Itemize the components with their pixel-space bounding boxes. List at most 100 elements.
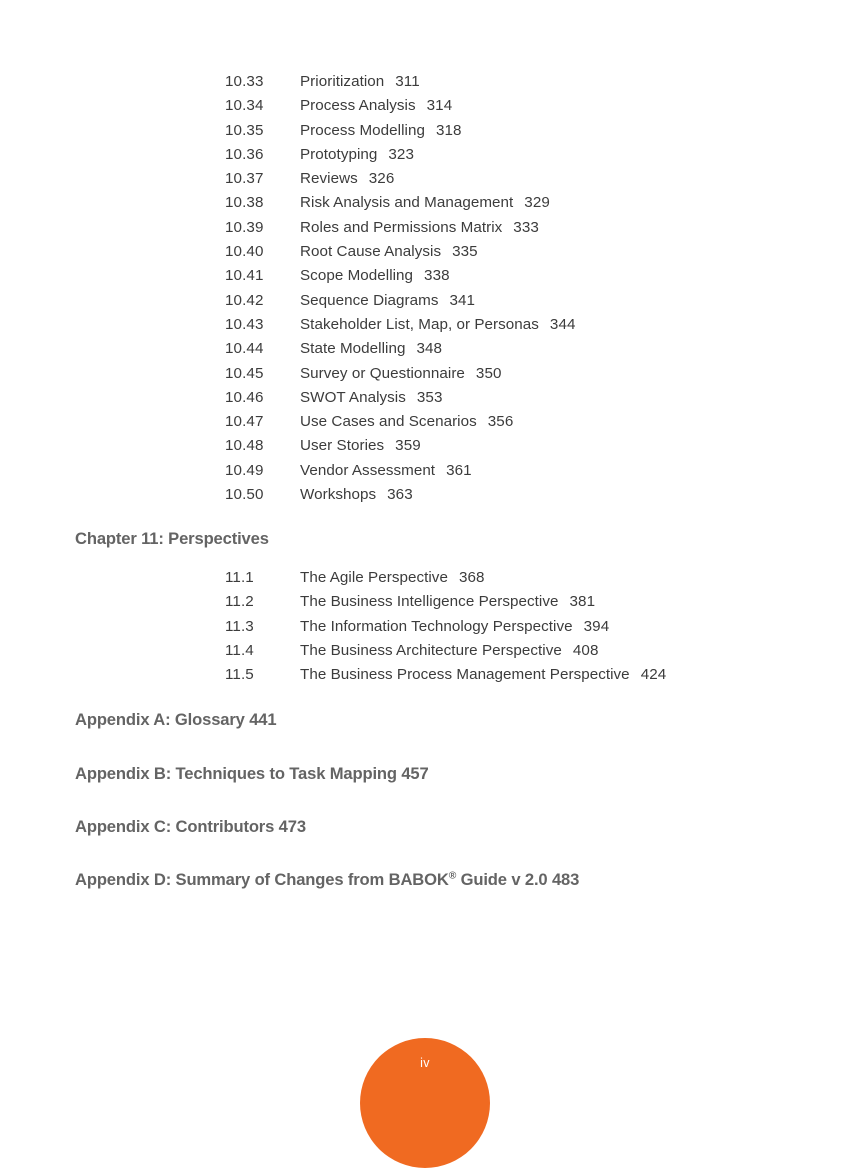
toc-entry-number: 10.39 [225, 218, 264, 236]
toc-entry-number: 10.49 [225, 461, 264, 479]
toc-entry-page-number: 341 [449, 291, 476, 309]
toc-section-techniques: 10.33 Prioritization 311 10.34 Process Analy… [0, 70, 850, 507]
toc-entry[interactable]: 11.3 The Information Technology Perspecti… [0, 615, 850, 639]
toc-entry[interactable]: 10.49 Vendor Assessment 361 [0, 459, 850, 483]
toc-entry[interactable]: 11.4 The Business Architecture Perspectiv… [0, 639, 850, 663]
appendix-a-heading: Appendix A: Glossary 441 [75, 710, 277, 729]
toc-entry-number: 11.4 [225, 641, 254, 659]
page-folio-bubble: iv [360, 1038, 490, 1168]
toc-entry-page-number: 318 [435, 121, 462, 139]
toc-entry-number: 10.34 [225, 97, 264, 115]
toc-entry-number: 11.3 [225, 617, 254, 635]
toc-entry-title: Workshops [300, 486, 377, 504]
toc-entry-title: Sequence Diagrams [300, 291, 439, 309]
toc-entry-title: Process Modelling [300, 121, 425, 139]
toc-entry[interactable]: 10.45 Survey or Questionnaire 350 [0, 362, 850, 386]
toc-entry-title: Process Analysis [300, 97, 416, 115]
appendix-c-heading: Appendix C: Contributors 473 [75, 817, 306, 836]
toc-entry-title: Prototyping [300, 145, 378, 163]
toc-entry-page-number: 361 [446, 461, 472, 479]
toc-entry-title: Use Cases and Scenarios [300, 413, 477, 431]
toc-entry-page-number: 348 [416, 340, 443, 358]
toc-entry[interactable]: 10.48 User Stories 359 [0, 434, 850, 458]
toc-entry-number: 10.48 [225, 437, 264, 455]
toc-entry[interactable]: 10.42 Sequence Diagrams 341 [0, 289, 850, 313]
toc-entry-title: The Business Process Management Perspect… [300, 666, 630, 684]
toc-entry-page-number: 333 [513, 218, 539, 236]
toc-entry[interactable]: 10.35 Process Modelling 318 [0, 119, 850, 143]
toc-entry[interactable]: 10.36 Prototyping 323 [0, 143, 850, 167]
toc-entry-title: The Information Technology Perspective [300, 617, 573, 635]
toc-entry-number: 10.46 [225, 388, 264, 406]
toc-entry-title: Scope Modelling [300, 267, 414, 285]
toc-entry-page-number: 356 [487, 413, 514, 431]
toc-entry[interactable]: 10.34 Process Analysis 314 [0, 94, 850, 118]
toc-entry-title: The Business Intelligence Perspective [300, 593, 559, 611]
toc-entry-page-number: 344 [549, 315, 576, 333]
toc-entry-page-number: 329 [524, 194, 550, 212]
toc-entry-number: 10.42 [225, 291, 264, 309]
toc-entry-title: Risk Analysis and Management [300, 194, 514, 212]
toc-entry-number: 11.5 [225, 666, 254, 684]
toc-entry-number: 10.44 [225, 340, 264, 358]
toc-entry[interactable]: 10.41 Scope Modelling 338 [0, 264, 850, 288]
toc-entry-title: State Modelling [300, 340, 406, 358]
toc-entry-title: User Stories [300, 437, 385, 455]
toc-entry[interactable]: 10.50 Workshops 363 [0, 483, 850, 507]
toc-entry-page-number: 394 [583, 617, 610, 635]
toc-entry-number: 10.35 [225, 121, 264, 139]
toc-entry-title: Prioritization [300, 73, 385, 90]
toc-entry-page-number: 363 [387, 486, 413, 504]
toc-entry[interactable]: 10.40 Root Cause Analysis 335 [0, 240, 850, 264]
toc-entry-title: Roles and Permissions Matrix [300, 218, 503, 236]
toc-entry-number: 10.41 [225, 267, 264, 285]
toc-entry-title: The Business Architecture Perspective [300, 641, 562, 659]
toc-entry-title: The Agile Perspective [300, 569, 448, 586]
toc-entry[interactable]: 10.44 State Modelling 348 [0, 337, 850, 361]
toc-entry-page-number: 323 [388, 145, 415, 163]
toc-entry[interactable]: 11.2 The Business Intelligence Perspectiv… [0, 590, 850, 614]
toc-entry-page-number: 314 [426, 97, 453, 115]
toc-entry-title: SWOT Analysis [300, 388, 406, 406]
toc-entry-page-number: 335 [452, 243, 478, 261]
appendix-d-text-after: Guide v 2.0 483 [456, 870, 580, 889]
toc-entry-number: 10.36 [225, 145, 264, 163]
toc-entry-page-number: 368 [458, 569, 485, 586]
toc-entry-number: 11.1 [225, 569, 254, 586]
toc-entry-number: 10.50 [225, 486, 264, 504]
toc-entry-number: 10.38 [225, 194, 264, 212]
toc-entry[interactable]: 10.46 SWOT Analysis 353 [0, 386, 850, 410]
toc-entry-title: Root Cause Analysis [300, 243, 442, 261]
toc-entry[interactable]: 10.38 Risk Analysis and Management 329 [0, 191, 850, 215]
page-number-label: iv [420, 1056, 430, 1070]
toc-entry[interactable]: 10.37 Reviews 326 [0, 167, 850, 191]
toc-entry-page-number: 353 [416, 388, 443, 406]
toc-entry-title: Stakeholder List, Map, or Personas [300, 315, 539, 333]
toc-entry-page-number: 408 [572, 641, 599, 659]
toc-entry-page-number: 350 [475, 364, 502, 382]
toc-entry[interactable]: 11.1 The Agile Perspective 368 [0, 566, 850, 590]
toc-entry-page-number: 311 [395, 73, 420, 90]
toc-entry[interactable]: 10.33 Prioritization 311 [0, 70, 850, 94]
toc-entry-page-number: 338 [424, 267, 450, 285]
toc-section-chapter-11: 11.1 The Agile Perspective 368 11.2 The Busi… [0, 566, 850, 687]
toc-entry-page-number: 359 [395, 437, 421, 455]
toc-entry-number: 10.33 [225, 73, 264, 90]
toc-entry-number: 10.43 [225, 315, 264, 333]
toc-entry-page-number: 326 [368, 170, 395, 188]
toc-entry-title: Survey or Questionnaire [300, 364, 465, 382]
toc-entry-page-number: 424 [640, 666, 667, 684]
appendix-b-heading: Appendix B: Techniques to Task Mapping 4… [75, 764, 429, 783]
toc-entry-number: 10.37 [225, 170, 264, 188]
toc-entry-page-number: 381 [569, 593, 596, 611]
toc-entry-number: 10.45 [225, 364, 264, 382]
toc-entry[interactable]: 11.5 The Business Process Management Pers… [0, 663, 850, 687]
toc-entry[interactable]: 10.43 Stakeholder List, Map, or Personas 3… [0, 313, 850, 337]
chapter-11-heading: Chapter 11: Perspectives [75, 529, 269, 548]
toc-entry-title: Reviews [300, 170, 358, 188]
toc-entry-number: 10.40 [225, 243, 264, 261]
toc-entry[interactable]: 10.39 Roles and Permissions Matrix 333 [0, 216, 850, 240]
toc-entry[interactable]: 10.47 Use Cases and Scenarios 356 [0, 410, 850, 434]
toc-entry-title: Vendor Assessment [300, 461, 436, 479]
toc-entry-number: 10.47 [225, 413, 264, 431]
